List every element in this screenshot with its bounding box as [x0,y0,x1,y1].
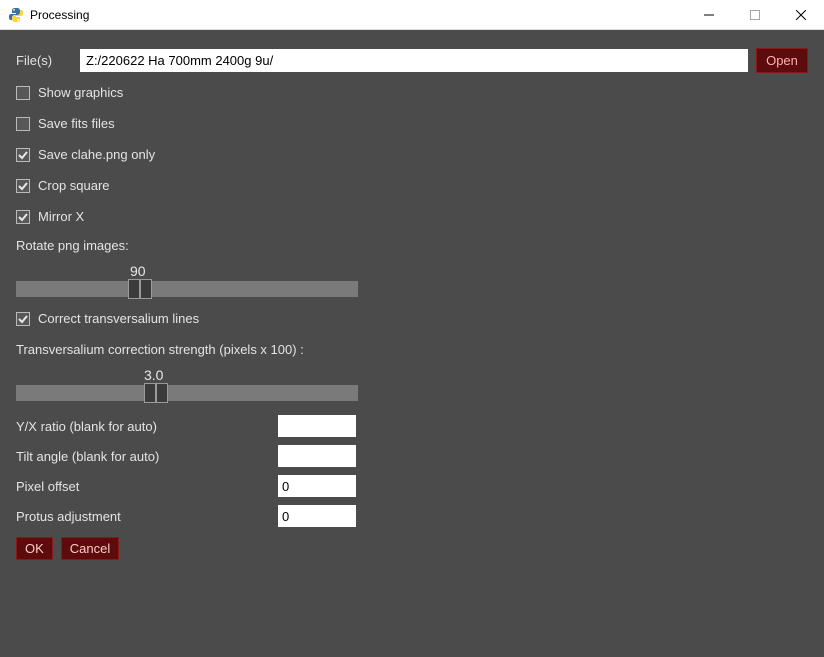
save-fits-checkbox[interactable] [16,117,30,131]
yx-ratio-input[interactable] [278,415,356,437]
save-clahe-label: Save clahe.png only [38,147,155,162]
rotate-slider[interactable] [16,281,358,297]
trans-strength-slider-thumb[interactable] [144,383,168,403]
rotate-slider-thumb[interactable] [128,279,152,299]
protus-label: Protus adjustment [16,509,278,524]
window: Processing File(s) Open Show graphics [0,0,824,657]
files-input[interactable] [80,49,748,72]
tilt-input[interactable] [278,445,356,467]
open-button[interactable]: Open [756,48,808,73]
tilt-label: Tilt angle (blank for auto) [16,449,278,464]
ok-button[interactable]: OK [16,537,53,560]
trans-strength-label: Transversalium correction strength (pixe… [16,342,808,357]
dialog-content: File(s) Open Show graphics Save fits fil… [0,30,824,657]
pixel-offset-label: Pixel offset [16,479,278,494]
trans-strength-slider[interactable] [16,385,358,401]
cancel-button[interactable]: Cancel [61,537,119,560]
trans-strength-value: 3.0 [16,367,808,385]
window-title: Processing [30,8,89,22]
save-clahe-checkbox[interactable] [16,148,30,162]
titlebar: Processing [0,0,824,30]
protus-input[interactable] [278,505,356,527]
mirror-x-checkbox[interactable] [16,210,30,224]
crop-square-label: Crop square [38,178,110,193]
minimize-button[interactable] [686,0,732,30]
maximize-button[interactable] [732,0,778,30]
show-graphics-label: Show graphics [38,85,123,100]
pixel-offset-input[interactable] [278,475,356,497]
rotate-label: Rotate png images: [16,238,808,253]
save-fits-label: Save fits files [38,116,115,131]
mirror-x-label: Mirror X [38,209,84,224]
yx-ratio-label: Y/X ratio (blank for auto) [16,419,278,434]
close-button[interactable] [778,0,824,30]
correct-transversalium-checkbox[interactable] [16,312,30,326]
app-icon [8,7,24,23]
crop-square-checkbox[interactable] [16,179,30,193]
correct-transversalium-label: Correct transversalium lines [38,311,199,326]
show-graphics-checkbox[interactable] [16,86,30,100]
files-label: File(s) [16,53,80,68]
